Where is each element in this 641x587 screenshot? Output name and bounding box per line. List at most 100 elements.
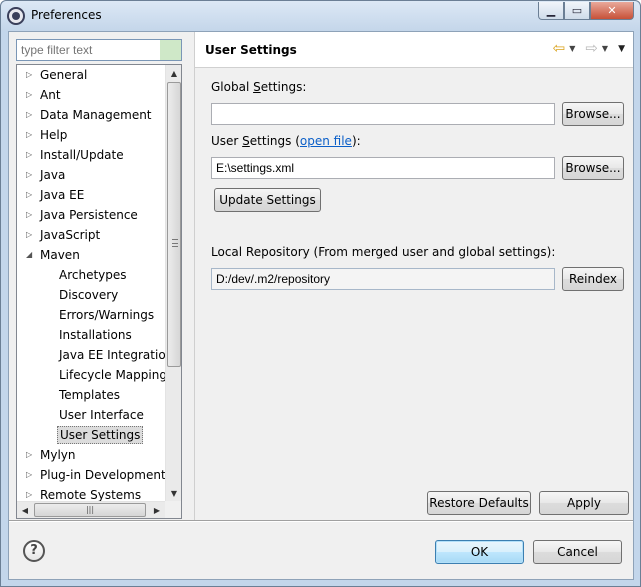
tree-item[interactable]: Discovery [17, 285, 167, 305]
ok-button[interactable]: OK [435, 540, 524, 564]
window-controls: ▁ ▭ ✕ [538, 2, 634, 20]
tree-item[interactable]: Templates [17, 385, 167, 405]
grip-icon [172, 239, 178, 247]
tree-item-label: Discovery [59, 288, 119, 302]
tree-item-label: Errors/Warnings [59, 308, 155, 322]
global-browse-button[interactable]: Browse... [562, 102, 624, 126]
tree-item[interactable]: ▷ Java Persistence [17, 205, 167, 225]
minimize-icon: ▁ [546, 4, 556, 17]
tree-item-label: Help [40, 128, 68, 142]
preference-page: User Settings ⇦ ▼ ⇨ ▼ ▼ Global Settings:… [195, 32, 633, 520]
maximize-icon: ▭ [571, 4, 583, 17]
view-menu-icon[interactable]: ▼ [618, 44, 625, 54]
preference-tree: ▷ General ▷ Ant ▷ Data Management ▷ Help ▷ Instal… [16, 64, 182, 519]
vertical-scroll-thumb[interactable] [167, 82, 181, 367]
local-repository-label: Local Repository (From merged user and g… [211, 245, 556, 259]
tree-vertical-scrollbar[interactable]: ▲ ▼ [165, 65, 181, 501]
title-bar[interactable]: Preferences ▁ ▭ ✕ [1, 1, 640, 31]
collapsed-arrow-icon[interactable]: ▷ [26, 85, 36, 105]
help-icon[interactable]: ? [23, 540, 45, 562]
apply-button[interactable]: Apply [539, 491, 629, 515]
collapsed-arrow-icon[interactable]: ▷ [26, 445, 36, 465]
tree-item-label: Maven [40, 248, 80, 262]
tree-item-label: Install/Update [40, 148, 124, 162]
user-settings-input[interactable] [211, 157, 555, 179]
tree-horizontal-scrollbar[interactable]: ◀ ||| ▶ [17, 501, 165, 518]
tree-item[interactable]: ▷ Java EE [17, 185, 167, 205]
collapsed-arrow-icon[interactable]: ▷ [26, 165, 36, 185]
tree-item[interactable]: Lifecycle Mappings [17, 365, 173, 385]
filter-input[interactable] [16, 39, 182, 61]
forward-dropdown-icon[interactable]: ▼ [602, 44, 608, 53]
tree-list: ▷ General ▷ Ant ▷ Data Management ▷ Help ▷ Instal… [17, 65, 173, 505]
open-file-link[interactable]: open file [300, 134, 352, 148]
collapsed-arrow-icon[interactable]: ▷ [26, 65, 36, 85]
forward-arrow-icon[interactable]: ⇨ [585, 41, 598, 56]
back-dropdown-icon[interactable]: ▼ [569, 44, 575, 53]
collapsed-arrow-icon[interactable]: ▷ [26, 125, 36, 145]
global-settings-input[interactable] [211, 103, 555, 125]
expanded-arrow-icon[interactable]: ◢ [26, 245, 36, 265]
tree-item-label: Plug-in Development [40, 468, 166, 482]
collapsed-arrow-icon[interactable]: ▷ [26, 465, 36, 485]
update-settings-button[interactable]: Update Settings [214, 188, 321, 212]
user-browse-button[interactable]: Browse... [562, 156, 624, 180]
tree-item-label: User Settings [57, 426, 144, 444]
tree-item[interactable]: Installations [17, 325, 167, 345]
tree-item-label: Templates [59, 388, 121, 402]
tree-item[interactable]: ▷ Help [17, 125, 167, 145]
collapsed-arrow-icon[interactable]: ▷ [26, 205, 36, 225]
button-bar-separator [9, 520, 633, 522]
tree-item-label: Java EE Integration [59, 348, 174, 362]
horizontal-scroll-thumb[interactable]: ||| [34, 503, 146, 517]
window-title: Preferences [31, 8, 102, 22]
tree-item-label: Ant [40, 88, 61, 102]
back-arrow-icon[interactable]: ⇦ [553, 41, 566, 56]
user-settings-label: User Settings (open file): [211, 134, 361, 148]
tree-item-label: Archetypes [59, 268, 127, 282]
close-button[interactable]: ✕ [590, 2, 634, 20]
tree-item[interactable]: ▷ Plug-in Development [17, 465, 167, 485]
tree-item-label: Installations [59, 328, 132, 342]
scroll-left-arrow-icon[interactable]: ◀ [17, 502, 33, 518]
tree-item[interactable]: ▷ General [17, 65, 167, 85]
reindex-button[interactable]: Reindex [562, 267, 624, 291]
collapsed-arrow-icon[interactable]: ▷ [26, 185, 36, 205]
minimize-button[interactable]: ▁ [538, 2, 564, 20]
collapsed-arrow-icon[interactable]: ▷ [26, 105, 36, 125]
maximize-button[interactable]: ▭ [564, 2, 590, 20]
scroll-down-arrow-icon[interactable]: ▼ [166, 485, 181, 501]
close-icon: ✕ [607, 4, 617, 17]
scroll-up-arrow-icon[interactable]: ▲ [166, 65, 181, 81]
tree-item[interactable]: ▷ Ant [17, 85, 167, 105]
tree-item[interactable]: User Settings [17, 425, 167, 445]
tree-item[interactable]: ▷ Install/Update [17, 145, 167, 165]
tree-item[interactable]: Errors/Warnings [17, 305, 167, 325]
tree-item[interactable]: User Interface [17, 405, 167, 425]
tree-item[interactable]: ▷ Java [17, 165, 167, 185]
dialog-button-bar: ? OK Cancel [9, 520, 633, 579]
tree-item[interactable]: Java EE Integration [17, 345, 173, 365]
page-header: User Settings ⇦ ▼ ⇨ ▼ ▼ [195, 32, 633, 68]
cancel-button[interactable]: Cancel [533, 540, 622, 564]
scroll-right-arrow-icon[interactable]: ▶ [149, 502, 165, 518]
tree-item-label: Mylyn [40, 448, 76, 462]
page-title: User Settings [205, 43, 297, 57]
collapsed-arrow-icon[interactable]: ▷ [26, 225, 36, 245]
tree-item[interactable]: ◢ Maven [17, 245, 167, 265]
history-navigation: ⇦ ▼ ⇨ ▼ ▼ [553, 41, 625, 56]
tree-item[interactable]: ▷ Mylyn [17, 445, 167, 465]
navigation-pane: ▷ General ▷ Ant ▷ Data Management ▷ Help ▷ Instal… [9, 32, 194, 520]
tree-item-label: Lifecycle Mappings [59, 368, 174, 382]
eclipse-app-icon [7, 7, 25, 25]
restore-defaults-button[interactable]: Restore Defaults [427, 491, 531, 515]
tree-item[interactable]: ▷ JavaScript [17, 225, 167, 245]
local-repository-field [211, 268, 555, 290]
tree-item-label: JavaScript [40, 228, 101, 242]
tree-item[interactable]: Archetypes [17, 265, 167, 285]
tree-item[interactable]: ▷ Data Management [17, 105, 167, 125]
collapsed-arrow-icon[interactable]: ▷ [26, 145, 36, 165]
tree-item-label: Java Persistence [40, 208, 138, 222]
tree-item-label: Data Management [40, 108, 152, 122]
tree-item-label: Java EE [40, 188, 85, 202]
